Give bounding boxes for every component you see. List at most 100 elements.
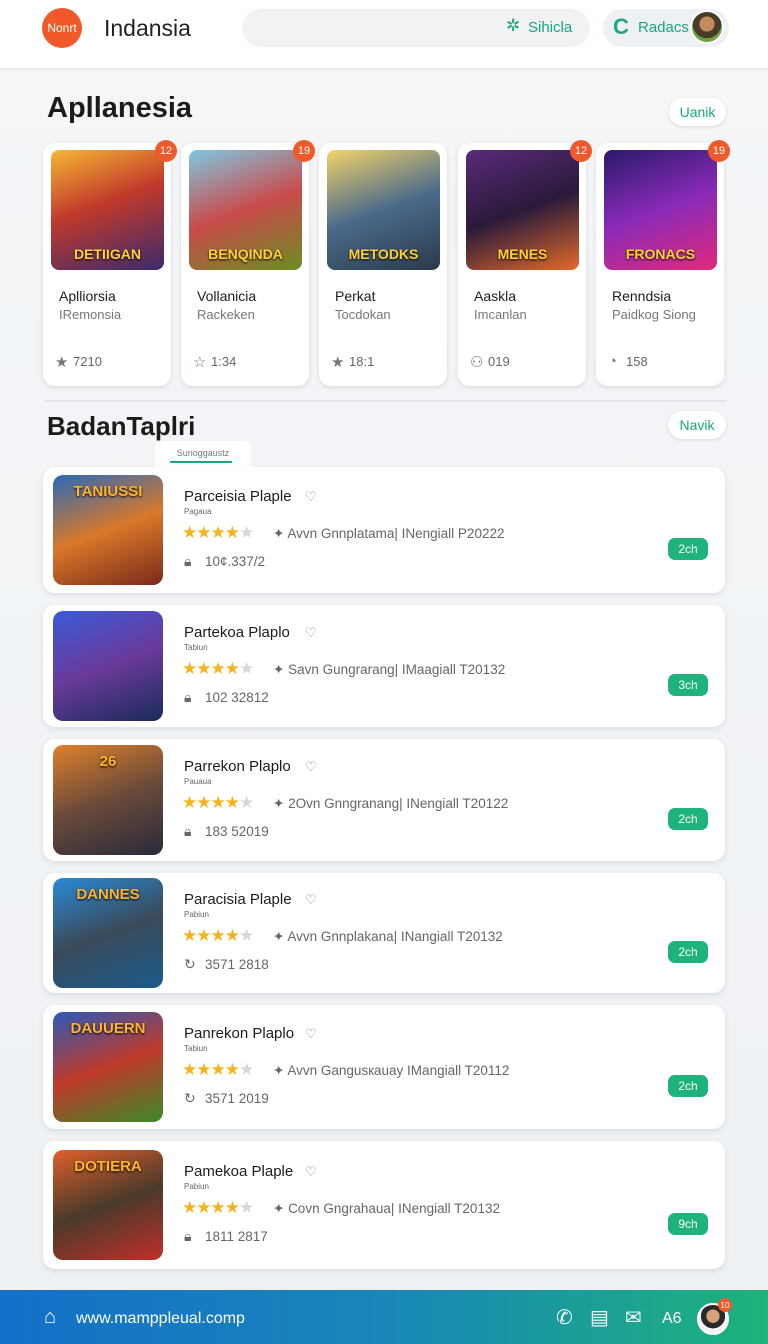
row-title[interactable]: Partekoa Plaplo — [184, 624, 290, 641]
row-stat: 3571 2818 — [205, 957, 269, 972]
star-icon: ★ — [239, 523, 254, 542]
row-action-button[interactable]: 2ch — [668, 1075, 708, 1097]
heart-icon[interactable]: ♡ — [305, 759, 317, 775]
row-developer: Pabiun — [184, 910, 209, 919]
app-logo[interactable]: Nonrt — [42, 8, 82, 48]
featured-card-art[interactable]: BENQINDA — [189, 150, 302, 270]
phone-icon[interactable]: ✆ — [556, 1305, 573, 1330]
row-meta: ✦ Avvn Gnnplatama| INengiall P20222 — [273, 526, 504, 542]
featured-card[interactable]: DETIIGAN 12 Aplliorsia IRemonsia ★ 7210 — [43, 140, 177, 386]
heart-icon[interactable]: ♡ — [305, 1026, 317, 1042]
footer-language[interactable]: A6 — [662, 1310, 682, 1328]
row-title[interactable]: Parceisia Plaple — [184, 488, 292, 505]
star-icon: ★ — [239, 793, 254, 812]
row-art[interactable]: DOTIERA — [53, 1150, 163, 1260]
star-icon: ★ — [182, 793, 197, 812]
row-art[interactable]: DAUUERN — [53, 1012, 163, 1122]
star-icon: ★ — [239, 1198, 254, 1217]
sparkle-icon: ✦ — [273, 1201, 289, 1216]
tab-selected[interactable]: Sunoggaustz — [155, 441, 251, 467]
row-action-button[interactable]: 9ch — [668, 1213, 708, 1235]
row-action-button[interactable]: 3ch — [668, 674, 708, 696]
star-icon: ★ — [224, 793, 240, 812]
card-stat: 1:34 — [211, 354, 237, 369]
featured-card[interactable]: MENES 12 Aaskla Imcanlan ⚇ 019 — [458, 140, 592, 386]
search-label[interactable]: Sihicla — [528, 19, 572, 36]
featured-card[interactable]: BENQINDA 19 Vollanicia Rackeken ☆ 1:34 — [181, 140, 315, 386]
heart-icon[interactable]: ♡ — [305, 489, 317, 505]
star-icon: ★ — [331, 354, 345, 371]
list-more-button[interactable]: Navik — [668, 411, 726, 439]
card-badge: 19 — [293, 140, 315, 162]
featured-card-art[interactable]: METODKS — [327, 150, 440, 270]
card-subtitle: Rackeken — [197, 307, 255, 322]
list-row[interactable]: Partekoa Plaplo ♡ Tabiun ★★★★★ ✦ Savn Gungra… — [43, 605, 725, 727]
sparkle-icon: ✦ — [273, 662, 289, 677]
featured-card[interactable]: FRONACS 19 Renndsia Paidkog Siong ◔ 158 — [596, 140, 730, 386]
sparkle-icon: ✦ — [273, 526, 288, 541]
top-bar: Nonrt Indansia ✲ Sihicla C Radacs — [0, 0, 768, 68]
row-art[interactable] — [53, 611, 163, 721]
card-art-label: METODKS — [348, 246, 419, 262]
star-icon: ★ — [182, 1198, 197, 1217]
star-icon: ★ — [210, 926, 226, 945]
footer-url[interactable]: www.mamppleual.comp — [76, 1310, 245, 1328]
card-name: Aaskla — [474, 288, 517, 304]
star-icon: ★ — [224, 926, 240, 945]
star-icon: ★ — [210, 1198, 226, 1217]
heart-icon[interactable]: ♡ — [305, 625, 317, 641]
lock-icon: 🔒︎ — [184, 689, 192, 705]
refresh-icon[interactable]: C — [613, 14, 629, 40]
featured-title: Apllanesia — [47, 92, 193, 124]
row-art[interactable]: DANNES — [53, 878, 163, 988]
card-stat: 019 — [488, 354, 510, 369]
row-art[interactable]: 26 — [53, 745, 163, 855]
row-art[interactable]: TANIUSSI — [53, 475, 163, 585]
mail-icon[interactable]: ✉ — [625, 1305, 642, 1330]
card-subtitle: Imcanlan — [474, 307, 527, 322]
featured-card[interactable]: METODKS Perkat Tocdokan ★ 18:1 — [319, 143, 447, 386]
heart-icon[interactable]: ♡ — [305, 892, 317, 908]
row-developer: Pabiun — [184, 1182, 209, 1191]
star-icon: ★ — [182, 1060, 197, 1079]
sparkle-icon[interactable]: ✲ — [506, 16, 520, 36]
row-title[interactable]: Paracisia Plaple — [184, 891, 292, 908]
footer-logo-icon[interactable]: ⌂ — [44, 1306, 56, 1329]
rating-stars: ★★★★★ — [182, 793, 254, 813]
list-row[interactable]: DANNES Paracisia Plaple ♡ Pabiun ★★★★★ ✦ Avvn… — [43, 873, 725, 993]
row-meta-text: Savn Gungrarang| IMaagiall T20132 — [288, 662, 506, 677]
rating-stars: ★★★★★ — [182, 926, 254, 946]
list-row[interactable]: DAUUERN Panrekon Plaplo ♡ Tabiun ★★★★★ ✦ Avvn… — [43, 1005, 725, 1129]
row-action-button[interactable]: 2ch — [668, 538, 708, 560]
row-title[interactable]: Pamekoa Plaple — [184, 1163, 293, 1180]
row-art-label: TANIUSSI — [73, 483, 143, 500]
star-icon: ★ — [210, 793, 226, 812]
row-meta: ✦ Covn Gngrahaua| INengiall T20132 — [273, 1201, 500, 1217]
row-title[interactable]: Parrekon Plaplo — [184, 758, 291, 775]
refresh-icon: ↻ — [184, 956, 196, 972]
star-icon: ★ — [224, 1060, 240, 1079]
featured-more-button[interactable]: Uanik — [669, 98, 726, 126]
row-title[interactable]: Panrekon Plaplo — [184, 1025, 294, 1042]
card-subtitle: Paidkog Siong — [612, 307, 696, 322]
profile-label[interactable]: Radacs — [638, 19, 689, 36]
featured-card-art[interactable]: DETIIGAN — [51, 150, 164, 270]
user-avatar[interactable] — [690, 10, 724, 44]
footer-bar: ⌂ www.mamppleual.comp ✆ ▤ ✉ A6 10 — [0, 1290, 768, 1344]
card-stat: 158 — [626, 354, 648, 369]
featured-card-art[interactable]: FRONACS — [604, 150, 717, 270]
chat-icon[interactable]: ▤ — [590, 1305, 609, 1330]
row-meta: ✦ 2Ovn Gnngranang| INengiall T20122 — [273, 796, 508, 812]
star-icon: ★ — [239, 926, 254, 945]
list-row[interactable]: TANIUSSI Parceisia Plaple ♡ Pagaua ★★★★★ ✦ Av… — [43, 467, 725, 593]
heart-icon[interactable]: ♡ — [305, 1164, 317, 1180]
star-icon: ★ — [239, 659, 254, 678]
star-icon: ★ — [196, 523, 211, 542]
row-meta: ✦ Avvn Gnnplakana| INangiall T20132 — [273, 929, 503, 945]
list-row[interactable]: DOTIERA Pamekoa Plaple ♡ Pabiun ★★★★★ ✦ Covn … — [43, 1141, 725, 1269]
featured-card-art[interactable]: MENES — [466, 150, 579, 270]
list-row[interactable]: 26 Parrekon Plaplo ♡ Pauaua ★★★★★ ✦ 2Ovn Gnng… — [43, 739, 725, 861]
row-stat: 1811 2817 — [205, 1229, 268, 1244]
row-action-button[interactable]: 2ch — [668, 808, 708, 830]
row-action-button[interactable]: 2ch — [668, 941, 708, 963]
